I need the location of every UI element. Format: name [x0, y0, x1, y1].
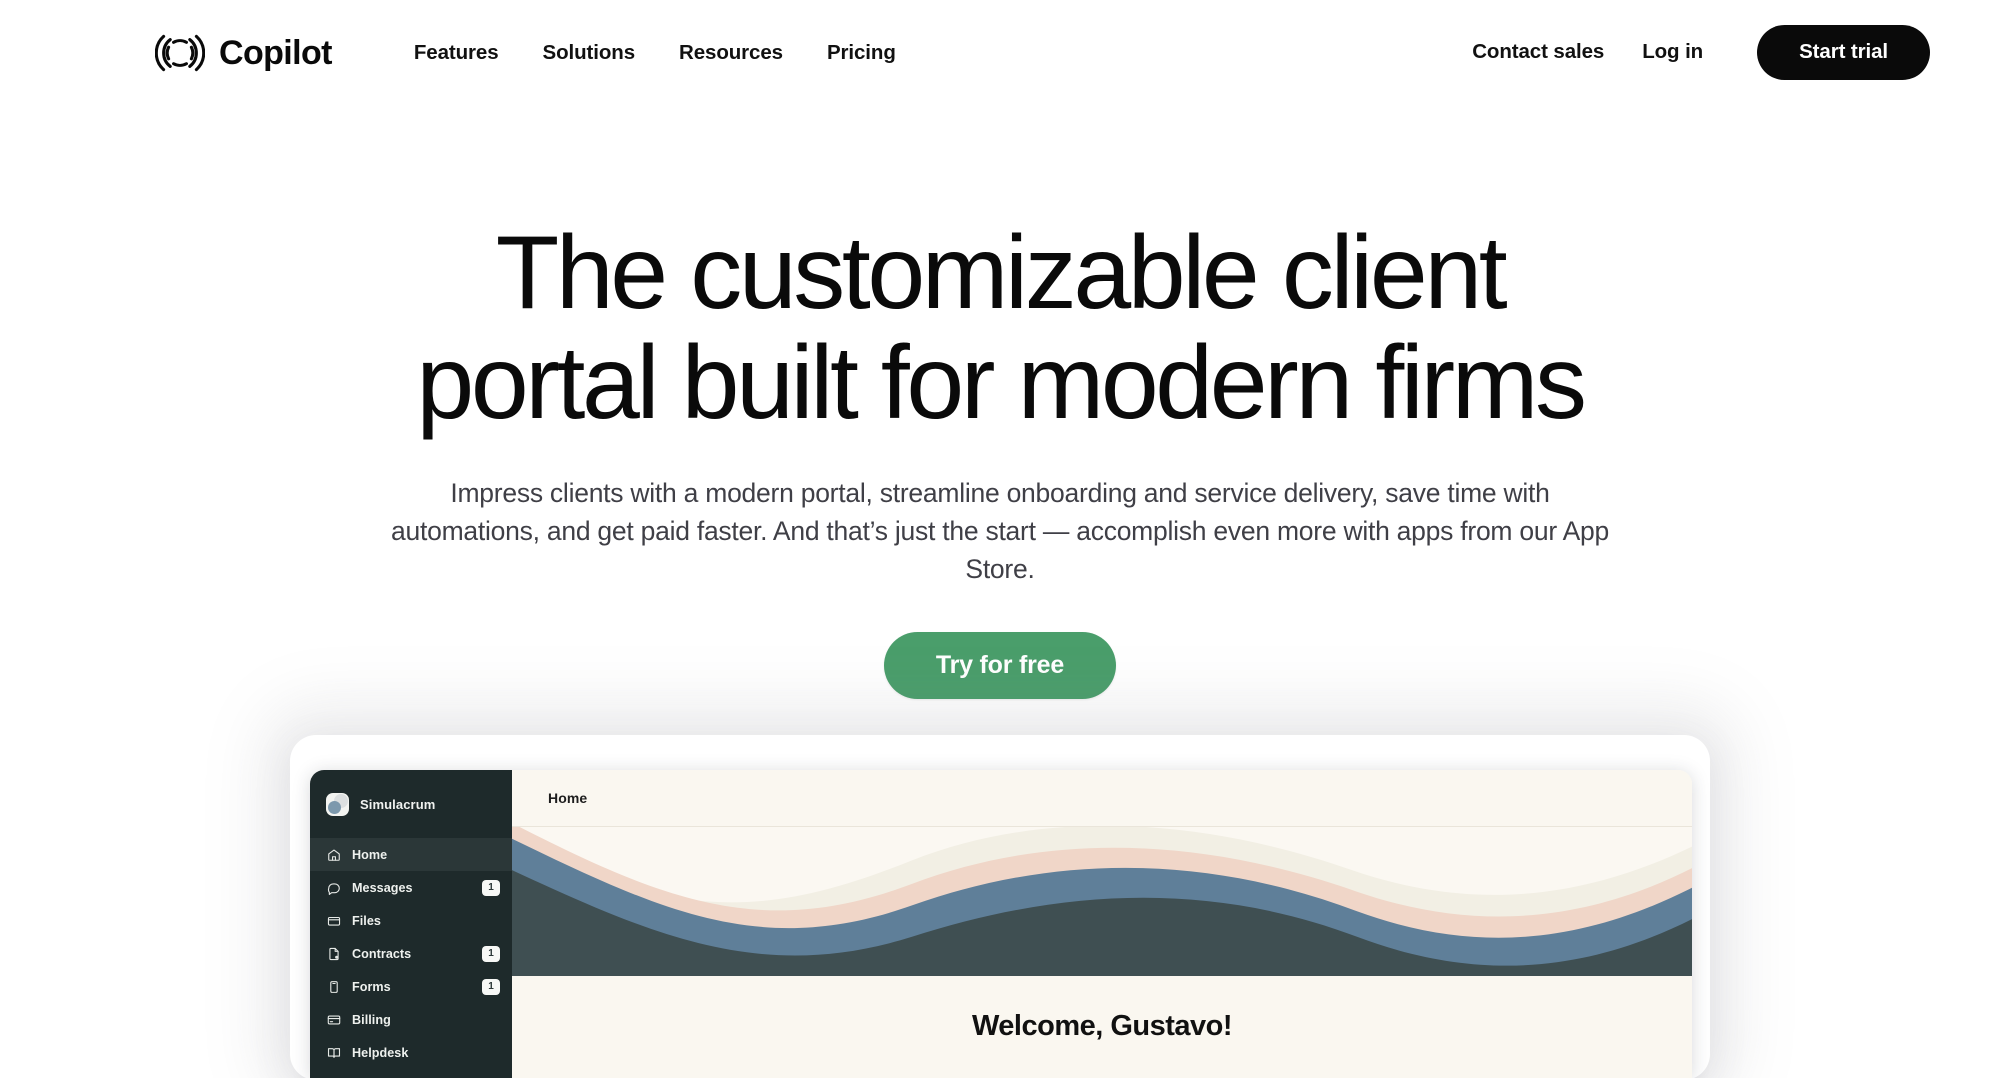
workspace-switcher[interactable]: Simulacrum [310, 770, 512, 838]
landing-page: Copilot Features Solutions Resources Pri… [0, 0, 2000, 1078]
app-content-area: Welcome, Gustavo! [512, 976, 1692, 1078]
copilot-circle-icon [154, 28, 206, 78]
header-actions: Contact sales Log in Start trial [1472, 25, 1930, 80]
primary-nav: Features Solutions Resources Pricing [414, 41, 896, 65]
login-link[interactable]: Log in [1642, 40, 1703, 64]
hero-section: The customizable client portal built for… [0, 105, 2000, 700]
brand-name: Copilot [219, 33, 332, 72]
hero-cta-container: Try for free [0, 632, 2000, 700]
try-for-free-button[interactable]: Try for free [883, 632, 1117, 700]
clipboard-icon [326, 979, 341, 994]
sidebar-item-helpdesk[interactable]: Helpdesk [310, 1036, 512, 1069]
home-icon [326, 847, 341, 862]
sidebar-item-contracts[interactable]: Contracts 1 [310, 937, 512, 970]
folder-icon [326, 913, 341, 928]
sidebar-item-label: Billing [352, 1012, 391, 1027]
app-nav-list: Home Messages 1 Files Contracts 1 Forms … [310, 838, 512, 1069]
hero-subtitle: Impress clients with a modern portal, st… [391, 478, 1609, 584]
app-topbar: Home [512, 770, 1692, 827]
status-badge: 1 [482, 945, 500, 962]
sidebar-item-label: Files [352, 913, 381, 928]
sidebar-item-label: Home [352, 847, 388, 862]
start-trial-button[interactable]: Start trial [1757, 25, 1930, 80]
nav-link-resources[interactable]: Resources [679, 41, 783, 65]
app-preview-window: Simulacrum Home Messages 1 Files Contrac… [310, 770, 1692, 1078]
sidebar-item-label: Helpdesk [352, 1045, 409, 1060]
hero-title-line-1: The customizable client [495, 215, 1508, 331]
sidebar-item-label: Forms [352, 979, 391, 994]
page-title: The customizable client portal built for… [290, 218, 1710, 438]
app-main-panel: Home Welcome, Gustavo! [512, 770, 1692, 1078]
sidebar-item-home[interactable]: Home [310, 838, 512, 871]
sidebar-item-forms[interactable]: Forms 1 [310, 970, 512, 1003]
book-icon [326, 1045, 341, 1060]
site-header: Copilot Features Solutions Resources Pri… [0, 0, 2000, 105]
hero-title-line-2: portal built for modern firms [416, 325, 1587, 442]
breadcrumb: Home [548, 790, 588, 806]
status-badge: 1 [482, 879, 500, 896]
app-sidebar: Simulacrum Home Messages 1 Files Contrac… [310, 770, 512, 1078]
sidebar-item-messages[interactable]: Messages 1 [310, 871, 512, 904]
sidebar-item-label: Contracts [352, 946, 412, 961]
brand-logo[interactable]: Copilot [154, 28, 332, 78]
nav-link-pricing[interactable]: Pricing [827, 41, 896, 65]
welcome-heading: Welcome, Gustavo! [971, 1010, 1233, 1042]
credit-card-icon [326, 1012, 341, 1027]
sidebar-item-files[interactable]: Files [310, 904, 512, 937]
sidebar-item-label: Messages [352, 880, 413, 895]
workspace-name: Simulacrum [360, 797, 436, 812]
contract-document-icon [326, 946, 341, 961]
sidebar-item-billing[interactable]: Billing [310, 1003, 512, 1036]
decorative-wave-banner [512, 827, 1692, 976]
workspace-avatar-icon [326, 793, 349, 816]
nav-link-features[interactable]: Features [414, 41, 499, 65]
chat-bubble-icon [326, 880, 341, 895]
nav-link-solutions[interactable]: Solutions [543, 41, 636, 65]
contact-sales-link[interactable]: Contact sales [1472, 40, 1604, 64]
status-badge: 1 [482, 978, 500, 995]
